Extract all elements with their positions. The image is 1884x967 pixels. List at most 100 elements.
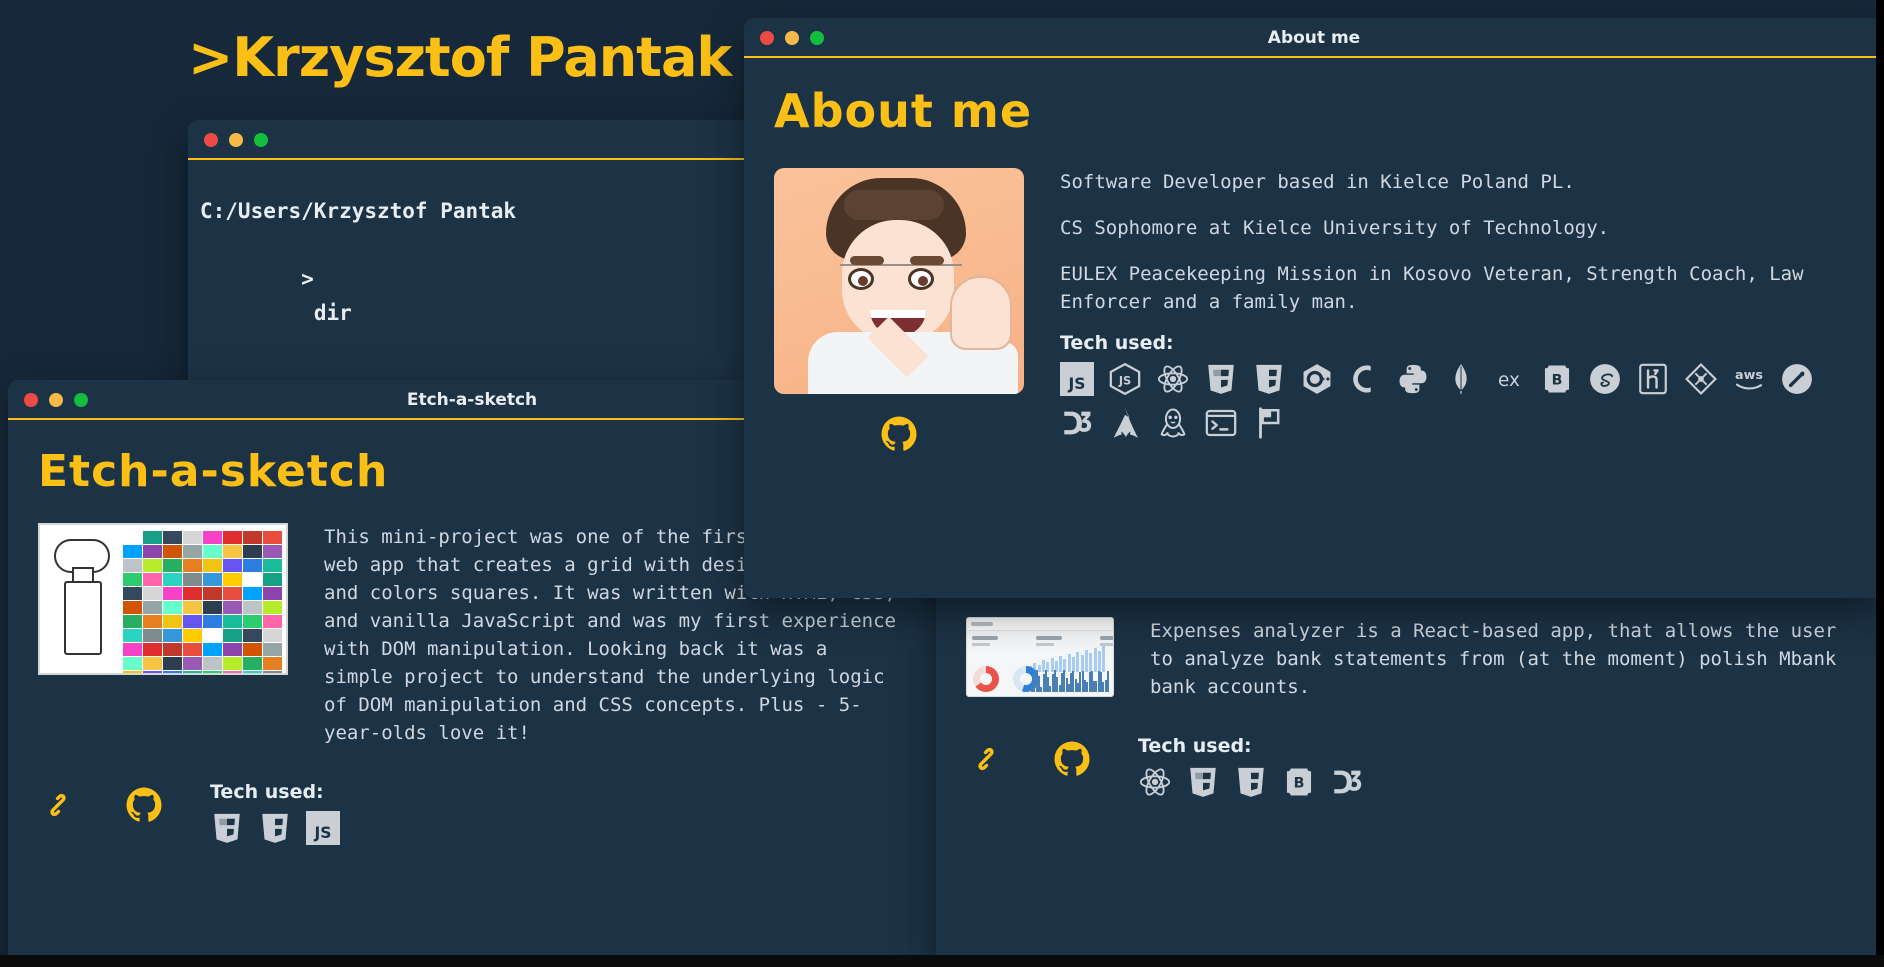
svg-text:ex: ex xyxy=(1498,370,1520,391)
color-cell xyxy=(263,657,282,670)
html5-icon xyxy=(1186,765,1220,799)
color-cell xyxy=(203,629,222,642)
color-cell xyxy=(183,629,202,642)
about-description: Software Developer based in Kielce Polan… xyxy=(1060,168,1854,316)
color-cell xyxy=(123,601,142,614)
color-cell xyxy=(223,615,242,628)
color-cell xyxy=(123,615,142,628)
expenses-description: Expenses analyzer is a React-based app, … xyxy=(1150,617,1854,701)
color-cell xyxy=(183,531,202,544)
color-cell xyxy=(163,671,182,673)
etch-thumbnail[interactable] xyxy=(38,523,288,747)
color-cell xyxy=(223,545,242,558)
etch-tech-icons: JS xyxy=(210,811,340,845)
express-icon: ex xyxy=(1492,362,1526,396)
react-icon xyxy=(1138,765,1172,799)
postman-icon xyxy=(1780,362,1814,396)
archlinux-icon xyxy=(1108,406,1142,440)
expenses-links[interactable]: Tech used: B xyxy=(966,719,1854,799)
github-icon[interactable] xyxy=(124,785,164,825)
color-grid xyxy=(123,531,282,673)
about-paragraph-2: CS Sophomore at Kielce University of Tec… xyxy=(1060,217,1610,239)
linux-icon xyxy=(1156,406,1190,440)
color-cell xyxy=(243,657,262,670)
color-cell xyxy=(143,671,162,673)
github-icon[interactable] xyxy=(1052,739,1092,779)
about-body: About me Software Developer based in Kie… xyxy=(744,58,1884,484)
html5-icon xyxy=(1204,362,1238,396)
color-cell xyxy=(143,587,162,600)
color-cell xyxy=(123,657,142,670)
react-icon xyxy=(1156,362,1190,396)
about-window-title: About me xyxy=(1267,28,1361,48)
sass-icon xyxy=(1588,362,1622,396)
color-cell xyxy=(143,559,162,572)
git-icon xyxy=(1684,362,1718,396)
color-cell xyxy=(223,573,242,586)
close-icon[interactable] xyxy=(204,133,218,147)
color-cell xyxy=(243,629,262,642)
cplusplus-icon xyxy=(1300,362,1334,396)
svg-text:JS: JS xyxy=(1118,374,1131,388)
css3-icon xyxy=(1234,765,1268,799)
color-cell xyxy=(163,657,182,670)
color-cell xyxy=(263,671,282,673)
color-cell xyxy=(183,601,202,614)
color-cell xyxy=(163,587,182,600)
color-cell xyxy=(143,601,162,614)
color-cell xyxy=(163,643,182,656)
color-cell xyxy=(223,643,242,656)
expenses-tech-label: Tech used: xyxy=(1138,735,1252,757)
expenses-thumbnail[interactable] xyxy=(966,617,1114,701)
aws-icon: aws xyxy=(1732,362,1766,396)
svg-text:aws: aws xyxy=(1735,368,1763,383)
about-links[interactable] xyxy=(774,414,1024,454)
color-cell xyxy=(263,573,282,586)
maximize-icon[interactable] xyxy=(254,133,268,147)
link-icon[interactable] xyxy=(38,785,78,825)
color-cell xyxy=(263,587,282,600)
about-me-window[interactable]: About me About me Software Developer bas… xyxy=(744,18,1884,598)
color-cell xyxy=(203,587,222,600)
bootstrap-icon: B xyxy=(1282,765,1316,799)
github-icon[interactable] xyxy=(879,414,919,454)
color-cell xyxy=(243,545,262,558)
javascript-icon: JS xyxy=(306,811,340,845)
about-tech-label: Tech used: xyxy=(1060,332,1174,354)
color-cell xyxy=(243,573,262,586)
color-cell xyxy=(203,531,222,544)
color-cell xyxy=(243,643,262,656)
donut-chart-red xyxy=(973,666,999,692)
link-icon[interactable] xyxy=(966,739,1006,779)
color-cell xyxy=(183,671,202,673)
minimize-icon[interactable] xyxy=(229,133,243,147)
etch-links[interactable]: Tech used: JS xyxy=(38,765,906,845)
color-cell xyxy=(143,531,162,544)
about-avatar-col xyxy=(774,168,1024,454)
color-cell xyxy=(163,531,182,544)
about-paragraph-3: EULEX Peacekeeping Mission in Kosovo Vet… xyxy=(1060,263,1804,313)
heroku-icon xyxy=(1636,362,1670,396)
color-cell xyxy=(203,573,222,586)
css3-icon xyxy=(1252,362,1286,396)
color-cell xyxy=(123,545,142,558)
about-titlebar[interactable]: About me xyxy=(744,18,1884,58)
color-cell xyxy=(183,587,202,600)
color-cell xyxy=(223,587,242,600)
color-cell xyxy=(223,601,242,614)
about-tech-icons: JS JS ex Baws xyxy=(1060,362,1840,440)
page-title: >Krzysztof Pantak xyxy=(188,26,751,89)
color-cell xyxy=(123,643,142,656)
color-cell xyxy=(263,601,282,614)
color-cell xyxy=(223,559,242,572)
color-cell xyxy=(263,545,282,558)
color-cell xyxy=(203,545,222,558)
color-cell xyxy=(243,531,262,544)
window-controls[interactable] xyxy=(204,133,268,147)
about-paragraph-1: Software Developer based in Kielce Polan… xyxy=(1060,171,1575,193)
svg-text:B: B xyxy=(1552,373,1563,389)
color-cell xyxy=(123,559,142,572)
svg-text:JS: JS xyxy=(313,824,331,842)
color-cell xyxy=(203,559,222,572)
color-cell xyxy=(203,643,222,656)
